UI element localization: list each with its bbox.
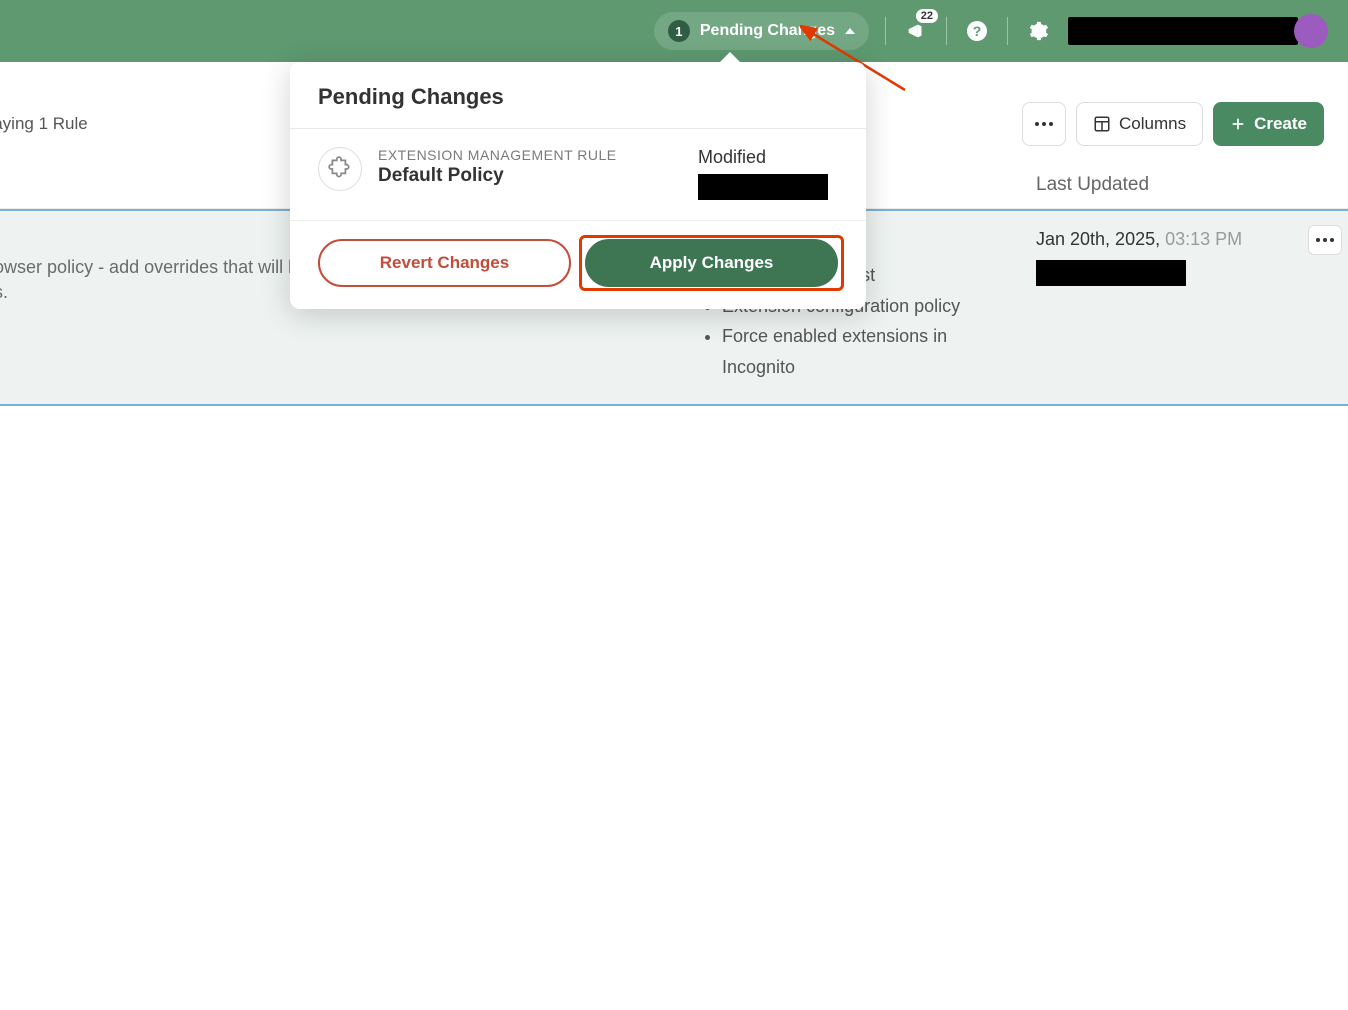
redacted-author (1036, 260, 1186, 286)
megaphone-icon (905, 20, 927, 42)
divider (885, 17, 886, 45)
pending-changes-pill[interactable]: 1 Pending Changes (654, 12, 869, 50)
redacted-user-info (1068, 17, 1298, 45)
toolbar-actions: Columns Create (1022, 102, 1324, 146)
row-more-button[interactable] (1308, 225, 1342, 255)
popover-header: Pending Changes (290, 62, 866, 129)
create-label: Create (1254, 114, 1307, 134)
pending-label: Pending Changes (700, 22, 835, 40)
popover-item-name: Default Policy (378, 165, 682, 187)
puzzle-icon (327, 156, 353, 182)
divider (1007, 17, 1008, 45)
divider (946, 17, 947, 45)
pending-changes-popover: Pending Changes EXTENSION MANAGEMENT RUL… (290, 62, 866, 309)
display-count: playing 1 Rule (0, 114, 88, 134)
settings-button[interactable] (1024, 17, 1052, 45)
dots-horizontal-icon (1316, 238, 1334, 242)
redacted-timestamp (698, 174, 828, 200)
columns-button[interactable]: Columns (1076, 102, 1203, 146)
app-header: 1 Pending Changes 22 ? (0, 0, 1348, 62)
gear-icon (1027, 20, 1049, 42)
apply-changes-button[interactable]: Apply Changes (585, 239, 838, 287)
chevron-up-icon (845, 28, 855, 34)
columns-icon (1093, 115, 1111, 133)
header-last-updated: Last Updated (1020, 174, 1324, 196)
announcements-icon[interactable]: 22 (902, 17, 930, 45)
revert-changes-button[interactable]: Revert Changes (318, 239, 571, 287)
popover-actions: Revert Changes Apply Changes (290, 221, 866, 309)
status-label: Modified (698, 147, 838, 168)
popover-title: Pending Changes (318, 84, 838, 110)
create-button[interactable]: Create (1213, 102, 1324, 146)
popover-item-type: EXTENSION MANAGEMENT RULE (378, 147, 682, 163)
popover-item-status: Modified (698, 147, 838, 200)
avatar[interactable] (1294, 14, 1328, 48)
svg-text:?: ? (973, 23, 982, 39)
updated-time: 03:13 PM (1165, 229, 1242, 249)
more-actions-button[interactable] (1022, 102, 1066, 146)
cell-updated: Jan 20th, 2025, 03:13 PM (1020, 229, 1324, 382)
columns-label: Columns (1119, 114, 1186, 134)
help-icon: ? (965, 19, 989, 43)
announcements-badge: 22 (916, 9, 938, 23)
list-item: Force enabled extensions in Incognito (722, 321, 1020, 382)
pending-count-badge: 1 (668, 20, 690, 42)
extension-icon (318, 147, 362, 191)
dots-horizontal-icon (1035, 122, 1053, 126)
plus-icon (1230, 116, 1246, 132)
popover-item-meta: EXTENSION MANAGEMENT RULE Default Policy (378, 147, 682, 187)
help-button[interactable]: ? (963, 17, 991, 45)
popover-item: EXTENSION MANAGEMENT RULE Default Policy… (290, 129, 866, 221)
updated-date: Jan 20th, 2025, (1036, 229, 1165, 249)
apply-changes-label: Apply Changes (650, 253, 774, 272)
